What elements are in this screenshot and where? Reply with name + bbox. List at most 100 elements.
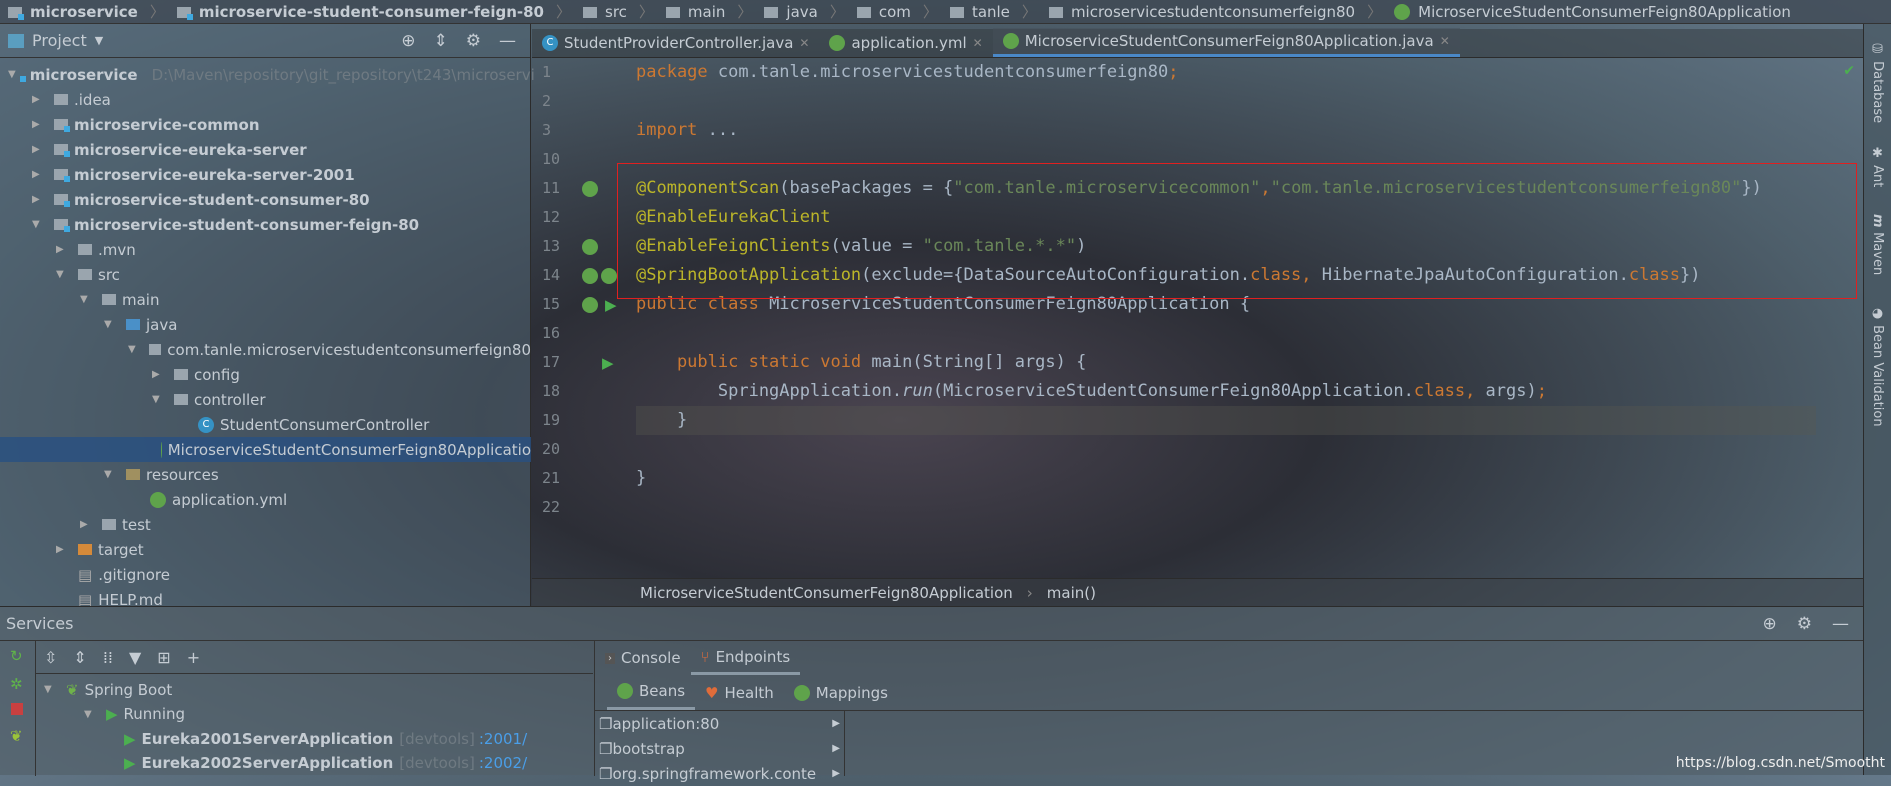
tree-item[interactable]: ▶ microservice-student-consumer-80 [0,187,531,212]
project-view-selector[interactable]: Project [32,31,87,50]
expanded-arrow-icon[interactable]: ▼ [32,219,46,230]
run-icon[interactable]: ▶ [602,354,614,372]
bean-validation-tool-button[interactable]: ◕ Bean Validation [1870,306,1885,427]
collapse-all-icon[interactable]: ⇕ [73,648,86,667]
collapsed-arrow-icon[interactable]: ▶ [32,144,46,155]
find-usages-icon[interactable] [582,180,598,197]
locate-icon[interactable]: ⊕ [1763,614,1777,634]
breadcrumb-item[interactable]: main [662,3,729,21]
breadcrumb-item[interactable]: src [579,3,631,21]
minimize-icon[interactable]: — [1832,614,1849,634]
tree-item[interactable]: ▶ target [0,537,531,562]
collapsed-arrow-icon[interactable]: ▶ [152,369,166,380]
expand-arrow-icon[interactable]: ▶ [832,718,844,729]
service-item[interactable]: ▼ ▶ Running [84,702,185,727]
debug-icon[interactable]: ✲ [0,671,35,697]
tree-item[interactable]: ▶ .mvn [0,237,531,262]
locate-icon[interactable]: ⊕ [401,31,415,51]
run-icon[interactable]: ▶ [605,296,617,314]
subtab-beans[interactable]: Beans [607,676,696,710]
bean-item[interactable]: ❐ bootstrap ▶ [595,736,844,761]
bean-item[interactable]: ❐ org.springframework.conte ▶ [595,761,844,786]
tab-endpoints[interactable]: ⑂ Endpoints [690,641,801,675]
database-tool-button[interactable]: ⛁ Database [1870,42,1885,123]
gear-icon[interactable]: ⚙ [466,31,481,51]
tree-item[interactable]: ▼ com.tanle.microservicestudentconsumerfe… [0,337,531,362]
expand-arrow-icon[interactable]: ▶ [832,768,844,779]
editor-tab[interactable]: application.yml ✕ [819,28,992,57]
add-icon[interactable]: + [187,648,200,667]
collapsed-arrow-icon[interactable]: ▶ [32,94,46,105]
expanded-arrow-icon[interactable]: ▼ [104,319,118,330]
expanded-arrow-icon[interactable]: ▼ [80,294,94,305]
breadcrumb-item[interactable]: java [760,3,821,21]
tab-console[interactable]: › Console [595,641,691,675]
maven-tool-button[interactable]: m Maven [1870,214,1885,275]
breadcrumb-item[interactable]: tanle [946,3,1014,21]
expanded-arrow-icon[interactable]: ▼ [84,709,98,720]
find-usages-icon[interactable] [582,238,598,255]
collapsed-arrow-icon[interactable]: ▶ [56,544,70,555]
rerun-icon[interactable]: ↻ [0,641,35,671]
expanded-arrow-icon[interactable]: ▼ [44,684,58,695]
tree-item[interactable]: ▼ resources [0,462,531,487]
tree-item[interactable]: ▶ .idea [0,87,531,112]
spring-icon[interactable]: ❦ [0,723,35,749]
find-usages-icon[interactable] [582,267,598,284]
editor-breadcrumb-class[interactable]: MicroserviceStudentConsumerFeign80Applic… [640,584,1013,602]
collapsed-arrow-icon[interactable]: ▶ [32,169,46,180]
tree-item[interactable]: ▼ microservice D:\Maven\repository\git_rep… [0,62,535,87]
tree-item[interactable]: ▼ main [0,287,531,312]
subtab-health[interactable]: ♥ Health [695,676,784,710]
bean-item[interactable]: ❐ application:80 ▶ [595,711,844,736]
service-item[interactable]: ▶ Eureka2001ServerApplication [devtools]:2… [124,726,527,751]
service-port-link[interactable]: :2001/ [479,730,527,748]
gear-icon[interactable]: ⚙ [1797,614,1812,634]
close-tab-icon[interactable]: ✕ [1440,34,1450,48]
editor-breadcrumb-method[interactable]: main() [1047,584,1096,602]
close-tab-icon[interactable]: ✕ [799,36,809,50]
editor-tab[interactable]: MicroserviceStudentConsumerFeign80Applic… [992,28,1460,57]
collapsed-arrow-icon[interactable]: ▶ [32,194,46,205]
tree-item[interactable]: ▤ .gitignore [0,562,531,587]
tree-item[interactable]: MicroserviceStudentConsumerFeign80Applic… [0,437,531,462]
tree-item[interactable]: ▼ java [0,312,531,337]
expand-arrow-icon[interactable]: ▶ [832,743,844,754]
tree-item[interactable]: ▼ src [0,262,531,287]
breadcrumb-item[interactable]: MicroserviceStudentConsumerFeign80Applic… [1390,3,1795,21]
breadcrumb-item[interactable]: microservice-student-consumer-feign-80 [173,3,548,21]
expanded-arrow-icon[interactable]: ▼ [128,344,141,355]
tree-item[interactable]: application.yml [0,487,531,512]
tree-item[interactable]: ▶ microservice-eureka-server-2001 [0,162,531,187]
chevron-down-icon[interactable]: ▼ [95,34,103,47]
expanded-arrow-icon[interactable]: ▼ [8,69,16,80]
service-item[interactable]: ▼ ❦ Spring Boot [44,677,172,702]
breadcrumb-item[interactable]: microservicestudentconsumerfeign80 [1045,3,1359,21]
ant-tool-button[interactable]: ✱ Ant [1870,146,1885,187]
expanded-arrow-icon[interactable]: ▼ [104,469,118,480]
filter-icon[interactable]: ▼ [129,648,141,667]
expand-all-icon[interactable]: ⇳ [44,648,57,667]
new-tab-icon[interactable]: ⊞ [157,648,170,667]
expanded-arrow-icon[interactable]: ▼ [56,269,70,280]
collapsed-arrow-icon[interactable]: ▶ [32,119,46,130]
subtab-mappings[interactable]: Mappings [784,676,898,710]
breadcrumb-item[interactable]: com [853,3,915,21]
tree-item[interactable]: ▼ controller [0,387,531,412]
group-icon[interactable]: ⁞⁞ [103,648,113,667]
service-port-link[interactable]: :2002/ [479,754,527,772]
stop-icon[interactable] [0,697,35,723]
spring-bean-icon[interactable] [582,296,598,313]
tree-item[interactable]: ▶ config [0,362,531,387]
tree-item[interactable]: ▼ microservice-student-consumer-feign-80 [0,212,531,237]
minimize-icon[interactable]: — [499,31,516,51]
collapsed-arrow-icon[interactable]: ▶ [56,244,70,255]
expanded-arrow-icon[interactable]: ▼ [152,394,166,405]
tree-item[interactable]: ▶ microservice-common [0,112,531,137]
collapse-all-icon[interactable]: ⇕ [434,31,448,51]
tree-item[interactable]: C StudentConsumerController [0,412,531,437]
spring-bean-icon[interactable] [601,267,617,284]
tree-item[interactable]: ▶ test [0,512,531,537]
tree-item[interactable]: ▶ microservice-eureka-server [0,137,531,162]
close-tab-icon[interactable]: ✕ [973,36,983,50]
